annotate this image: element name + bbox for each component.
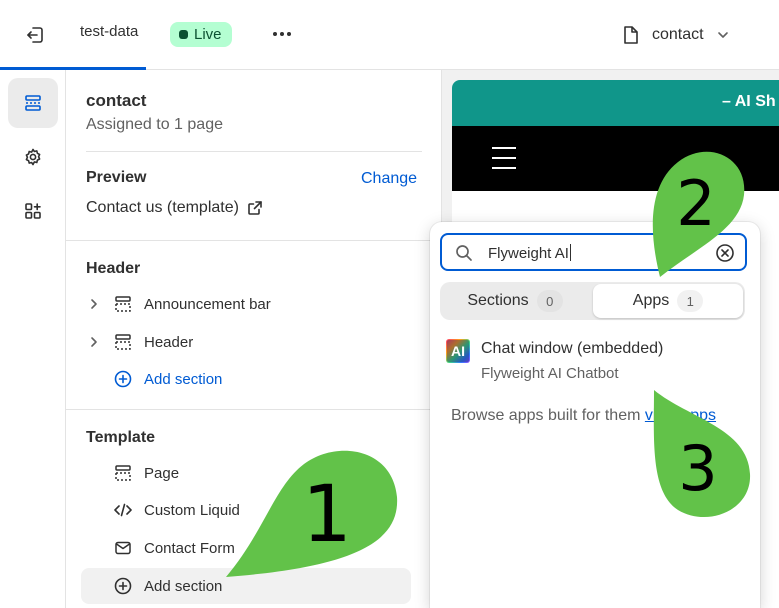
divider <box>66 409 442 410</box>
section-row-announcement-bar[interactable]: Announcement bar <box>86 287 422 321</box>
add-section-label: Add section <box>144 370 223 388</box>
page-icon <box>624 26 638 44</box>
add-section-label: Add section <box>144 577 223 595</box>
announcement-bar-preview[interactable]: – AI Sh <box>452 80 779 126</box>
plus-circle-icon <box>114 577 132 595</box>
preview-template-label: Contact us (template) <box>86 199 239 216</box>
result-tabs: Sections 0 Apps 1 <box>440 282 745 320</box>
ellipsis-icon <box>273 32 291 36</box>
tab-apps[interactable]: Apps 1 <box>593 284 743 318</box>
divider <box>86 151 422 152</box>
section-row-header[interactable]: Header <box>86 325 422 359</box>
page-selector[interactable]: contact <box>622 20 730 50</box>
sections-rail-button[interactable] <box>8 78 58 128</box>
tab-count: 0 <box>536 290 563 312</box>
annotation-marker-3: 3 <box>653 390 751 518</box>
app-result-subtitle: Flyweight AI Chatbot <box>481 365 619 382</box>
top-bar: test-data Live contact <box>0 0 779 70</box>
page-selector-label: contact <box>652 26 704 43</box>
section-layout-icon <box>115 334 131 350</box>
tab-sections[interactable]: Sections 0 <box>440 284 590 318</box>
marker-number: 3 <box>678 432 717 505</box>
settings-rail-button[interactable] <box>8 132 58 182</box>
app-result-title: Chat window (embedded) <box>481 340 664 357</box>
marker-number: 2 <box>676 167 715 240</box>
side-rail <box>0 70 66 608</box>
section-row-label: Announcement bar <box>144 295 271 313</box>
change-preview-link[interactable]: Change <box>361 170 417 188</box>
section-row-label: Header <box>144 333 194 351</box>
marker-number: 1 <box>302 470 352 560</box>
announcement-text: – AI Sh <box>722 93 776 110</box>
search-input-value: Flyweight AI <box>488 244 571 262</box>
chevron-right-icon[interactable] <box>88 298 100 310</box>
header-add-section-button[interactable]: Add section <box>86 362 422 396</box>
divider <box>66 240 442 241</box>
status-badge-label: Live <box>194 26 222 43</box>
apps-rail-button[interactable] <box>8 186 58 236</box>
section-row-label: Contact Form <box>144 539 235 557</box>
annotation-marker-1: 1 <box>226 450 398 577</box>
exit-icon <box>27 27 43 43</box>
app-logo: AI <box>446 339 470 363</box>
apps-icon <box>25 203 41 219</box>
external-link-icon <box>248 201 262 215</box>
tab-label: Apps <box>632 292 670 309</box>
template-subtitle: Assigned to 1 page <box>86 116 223 133</box>
template-group-heading: Template <box>86 429 156 446</box>
code-icon <box>114 503 132 517</box>
email-icon <box>115 541 131 555</box>
header-group-heading: Header <box>86 260 141 277</box>
tab-count: 1 <box>677 290 704 312</box>
template-title: contact <box>86 91 147 110</box>
annotation-marker-2: 2 <box>652 151 745 277</box>
search-icon <box>456 245 472 261</box>
preview-template-link[interactable]: Contact us (template) <box>86 199 263 217</box>
store-name: test-data <box>80 23 139 40</box>
section-layout-icon <box>115 465 131 481</box>
live-dot-icon <box>179 30 188 39</box>
status-badge: Live <box>170 22 232 47</box>
section-row-label: Page <box>144 464 180 482</box>
gear-icon <box>25 148 41 166</box>
sections-icon <box>25 95 41 111</box>
tab-label: Sections <box>467 292 529 309</box>
chevron-down-icon <box>717 32 728 38</box>
exit-button[interactable] <box>18 18 52 52</box>
chevron-right-icon[interactable] <box>88 336 100 348</box>
plus-circle-icon <box>114 370 132 388</box>
preview-heading: Preview <box>86 169 147 186</box>
more-actions-button[interactable] <box>266 20 298 48</box>
section-layout-icon <box>115 296 131 312</box>
app-result-item[interactable]: AI Chat window (embedded) Flyweight AI C… <box>444 338 734 388</box>
hamburger-menu-icon[interactable] <box>492 147 516 169</box>
